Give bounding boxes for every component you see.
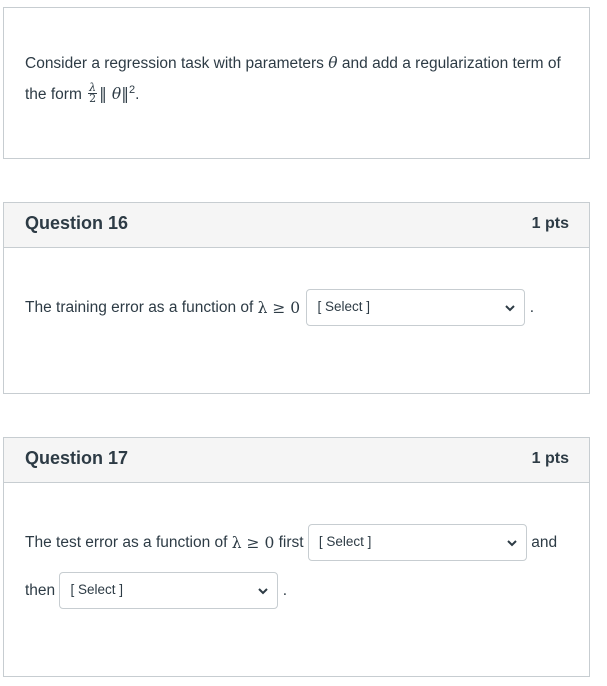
select-value: [ Select ] <box>70 582 124 597</box>
question-17-card: Question 17 1 pts The test error as a fu… <box>3 437 590 677</box>
intro-card: Consider a regression task with paramete… <box>3 7 590 159</box>
question-body-line-2: then [ Select ] . <box>25 572 287 609</box>
select-value: [ Select ] <box>317 299 371 314</box>
question-points: 1 pts <box>531 450 569 467</box>
question-text: The test error as a function of <box>25 533 228 551</box>
period: . <box>135 86 140 104</box>
first-word: first <box>278 533 304 551</box>
and-word: and <box>531 533 558 551</box>
question-text: The training error as a function of <box>25 298 254 316</box>
question-title: Question 17 <box>25 448 129 468</box>
question-header: Question 17 1 pts <box>4 438 589 483</box>
select-value: [ Select ] <box>318 534 372 549</box>
chevron-down-icon <box>505 305 516 312</box>
question-16-card: Question 16 1 pts The training error as … <box>3 202 590 394</box>
training-error-select[interactable]: [ Select ] <box>306 289 526 326</box>
lambda-over-two: λ2 <box>88 82 98 105</box>
question-points: 1 pts <box>531 215 569 232</box>
norm-open: ‖ <box>99 85 112 104</box>
intro-text-part: Consider a regression task with paramete… <box>25 55 329 72</box>
question-title: Question 16 <box>25 213 129 233</box>
test-error-first-select[interactable]: [ Select ] <box>307 524 527 561</box>
lambda-condition: λ ≥ 0 <box>257 298 301 317</box>
period: . <box>282 581 288 599</box>
chevron-down-icon <box>507 540 517 547</box>
theta-symbol: θ <box>328 54 338 72</box>
period: . <box>529 298 535 316</box>
norm-close: ‖ <box>121 85 129 104</box>
fraction-denominator: 2 <box>89 91 97 105</box>
intro-text: Consider a regression task with paramete… <box>25 50 575 108</box>
question-body-line-1: The test error as a function of λ ≥ 0 fi… <box>25 524 557 561</box>
chevron-down-icon <box>258 588 269 595</box>
question-header: Question 16 1 pts <box>4 203 589 248</box>
question-body: The training error as a function of λ ≥ … <box>25 289 534 326</box>
lambda-condition: λ ≥ 0 <box>231 533 275 552</box>
then-word: then <box>25 581 56 599</box>
test-error-then-select[interactable]: [ Select ] <box>59 572 279 609</box>
theta-symbol: θ <box>111 85 122 104</box>
